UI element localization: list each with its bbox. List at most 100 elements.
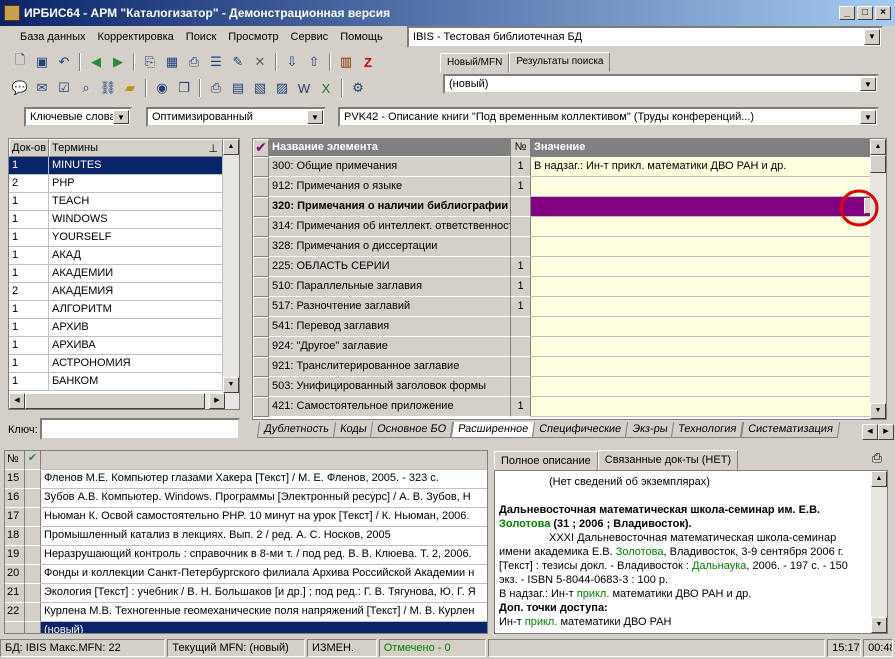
z3950-icon[interactable]: Z bbox=[358, 52, 378, 72]
optimization-select[interactable]: Оптимизированный ▼ bbox=[146, 107, 326, 127]
field-value[interactable] bbox=[531, 277, 886, 297]
list-icon[interactable]: ☰ bbox=[206, 52, 226, 72]
new-document-icon[interactable]: 🗋 bbox=[10, 52, 30, 72]
tab-search-results[interactable]: Результаты поиска bbox=[509, 52, 611, 72]
desc-line[interactable]: прикл. bbox=[577, 588, 610, 600]
record-check[interactable] bbox=[25, 603, 41, 622]
field-row[interactable]: 541: Перевод заглавия bbox=[253, 317, 886, 337]
worksheet-tab[interactable]: Дублетность bbox=[256, 422, 336, 438]
term-row[interactable]: 2 АКАДЕМИЯ bbox=[9, 283, 239, 301]
table-icon[interactable]: ▦ bbox=[162, 52, 182, 72]
worksheet-tab[interactable]: Основное БО bbox=[370, 422, 454, 438]
field-value[interactable] bbox=[531, 317, 886, 337]
desc-line[interactable]: Дальнаука bbox=[692, 560, 746, 572]
menu-database[interactable]: База данных bbox=[14, 31, 92, 43]
check-list-icon[interactable]: ☑ bbox=[54, 78, 74, 98]
header-num[interactable]: № bbox=[511, 139, 531, 157]
tab-new-mfn[interactable]: Новый/MFN bbox=[440, 53, 510, 73]
field-row[interactable]: 421: Самостоятельное приложение 1 bbox=[253, 397, 886, 417]
chevron-down-icon[interactable]: ▼ bbox=[864, 29, 880, 45]
checkmark-icon[interactable]: ✔ bbox=[25, 451, 41, 470]
chevron-down-icon[interactable]: ▼ bbox=[860, 77, 876, 91]
printer-icon[interactable]: ⎙ bbox=[868, 450, 886, 468]
term-row[interactable]: 2 PHP bbox=[9, 175, 239, 193]
record-row[interactable]: 21 Экология [Текст] : учебник / В. Н. Бол… bbox=[5, 584, 487, 603]
scroll-left-icon[interactable]: ◀ bbox=[9, 393, 25, 409]
printer-icon[interactable]: ⎙ bbox=[206, 78, 226, 98]
delete-icon[interactable]: ✕ bbox=[250, 52, 270, 72]
term-row[interactable]: 1 БАНКОМ bbox=[9, 373, 239, 391]
word-icon[interactable]: W bbox=[294, 78, 314, 98]
desc-line[interactable]: Золотова bbox=[616, 546, 664, 558]
scroll-down-icon[interactable]: ▼ bbox=[870, 403, 886, 419]
terms-hscrollbar[interactable]: ◀ ▶ bbox=[9, 393, 225, 409]
scroll-right-icon[interactable]: ▶ bbox=[209, 393, 225, 409]
record-check[interactable] bbox=[25, 527, 41, 546]
record-check[interactable] bbox=[25, 546, 41, 565]
field-row[interactable]: 225: ОБЛАСТЬ СЕРИИ 1 bbox=[253, 257, 886, 277]
scroll-up-icon[interactable]: ▲ bbox=[870, 139, 886, 155]
menu-view[interactable]: Просмотр bbox=[222, 31, 284, 43]
terms-header-term[interactable]: Термины ⊥ bbox=[49, 139, 223, 157]
import-icon[interactable]: ⇩ bbox=[282, 52, 302, 72]
term-row[interactable]: 1 АКАД bbox=[9, 247, 239, 265]
record-row[interactable]: 22 Курлена М.В. Техногенные геомеханическ… bbox=[5, 603, 487, 622]
field-row[interactable]: 503: Унифицированный заголовок формы bbox=[253, 377, 886, 397]
scroll-down-icon[interactable]: ▼ bbox=[871, 617, 887, 633]
back-icon[interactable]: ◀ bbox=[86, 52, 106, 72]
options-icon[interactable]: ⚙ bbox=[348, 78, 368, 98]
excel-icon[interactable]: X bbox=[316, 78, 336, 98]
scroll-up-icon[interactable]: ▲ bbox=[871, 471, 887, 487]
print-preview-icon[interactable]: ⎙ bbox=[184, 52, 204, 72]
field-row[interactable]: 300: Общие примечания 1 В надзаг.: Ин-т пр… bbox=[253, 157, 886, 177]
terms-header-count[interactable]: Док-ов bbox=[9, 139, 49, 157]
pages-icon[interactable]: ❐ bbox=[174, 78, 194, 98]
record-row[interactable]: 17 Ньюман К. Освой самостоятельно PHP. 10… bbox=[5, 508, 487, 527]
field-value[interactable]: ⬇ bbox=[531, 197, 886, 217]
field-value[interactable] bbox=[531, 357, 886, 377]
field-row[interactable]: 314: Примечания об интеллект. ответствен… bbox=[253, 217, 886, 237]
record-row[interactable]: 19 Неразрушающий контроль : справочник в … bbox=[5, 546, 487, 565]
maximize-button[interactable]: □ bbox=[857, 6, 873, 20]
record-check[interactable] bbox=[25, 470, 41, 489]
worksheet-tab[interactable]: Коды bbox=[332, 422, 374, 438]
minimize-button[interactable]: _ bbox=[839, 6, 855, 20]
menu-service[interactable]: Сервис bbox=[285, 31, 335, 43]
term-row[interactable]: 1 АКАДЕМИИ bbox=[9, 265, 239, 283]
record-row[interactable]: 15 Фленов М.Е. Компьютер глазами Хакера [… bbox=[5, 470, 487, 489]
description-scrollbar[interactable]: ▲ ▼ bbox=[871, 471, 887, 633]
menu-search[interactable]: Поиск bbox=[180, 31, 222, 43]
record-check[interactable] bbox=[25, 622, 41, 633]
field-value[interactable] bbox=[531, 397, 886, 417]
database-select[interactable]: IBIS - Тестовая библиотечная БД ▼ bbox=[407, 26, 883, 48]
record-row[interactable]: 20 Фонды и коллекции Санкт-Петербургского… bbox=[5, 565, 487, 584]
term-row[interactable]: 1 YOURSELF bbox=[9, 229, 239, 247]
field-value[interactable] bbox=[531, 237, 886, 257]
header-element-name[interactable]: Название элемента bbox=[269, 139, 511, 157]
field-row[interactable]: 924: "Другое" заглавие bbox=[253, 337, 886, 357]
print-labels-icon[interactable]: ▨ bbox=[272, 78, 292, 98]
save-icon[interactable]: ▣ bbox=[32, 52, 52, 72]
field-value[interactable] bbox=[531, 337, 886, 357]
term-row[interactable]: 1 АЛГОРИТМ bbox=[9, 301, 239, 319]
menu-edit[interactable]: Корректировка bbox=[92, 31, 180, 43]
scroll-down-icon[interactable]: ▼ bbox=[223, 377, 239, 393]
record-row[interactable]: 16 Зубов А.В. Компьютер. Windows. Програм… bbox=[5, 489, 487, 508]
menu-help[interactable]: Помощь bbox=[334, 31, 389, 43]
field-value[interactable] bbox=[531, 257, 886, 277]
term-row[interactable]: 1 TEACH bbox=[9, 193, 239, 211]
forward-icon[interactable]: ▶ bbox=[108, 52, 128, 72]
print-cards-icon[interactable]: ▧ bbox=[250, 78, 270, 98]
worksheet-tab[interactable]: Систематизация bbox=[740, 422, 840, 438]
search-mode-select[interactable]: Ключевые слова ▼ bbox=[24, 107, 132, 127]
print-list-icon[interactable]: ▤ bbox=[228, 78, 248, 98]
edit-icon[interactable]: ✎ bbox=[228, 52, 248, 72]
desc-line[interactable]: Золотова bbox=[499, 518, 550, 530]
term-row[interactable]: 1 АРХИВ bbox=[9, 319, 239, 337]
export-icon[interactable]: ⇧ bbox=[304, 52, 324, 72]
chevron-down-icon[interactable]: ▼ bbox=[113, 110, 129, 124]
worksheet-tab[interactable]: Расширенное bbox=[450, 422, 535, 438]
scroll-thumb[interactable] bbox=[25, 393, 205, 409]
header-value[interactable]: Значение bbox=[531, 139, 886, 157]
desc-line[interactable]: прикл. bbox=[525, 616, 558, 628]
